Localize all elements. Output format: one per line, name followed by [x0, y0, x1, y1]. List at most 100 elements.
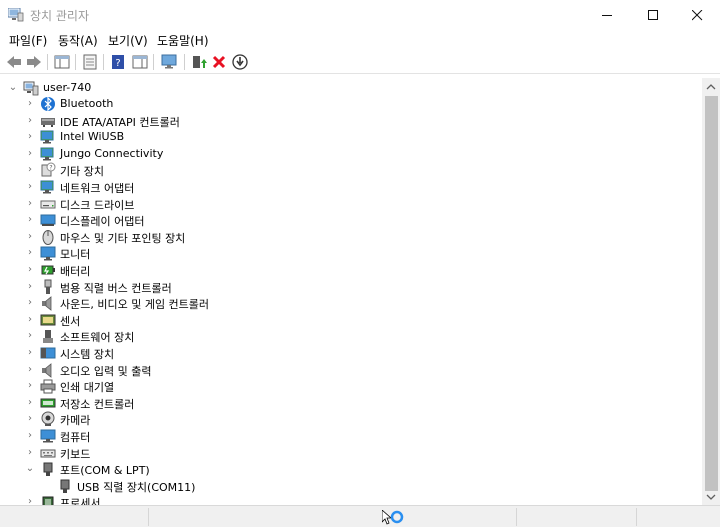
tree-category-row[interactable]: › 키보드	[0, 445, 700, 461]
tree-category-row[interactable]: › Jungo Connectivity	[0, 146, 700, 162]
tree-category-row[interactable]: › 시스템 장치	[0, 345, 700, 361]
expand-chevron-icon[interactable]: ›	[24, 346, 36, 360]
expand-chevron-icon[interactable]: ›	[24, 197, 36, 211]
tree-category-row[interactable]: ⌄ 포트(COM & LPT)	[0, 461, 700, 477]
tree-category-row[interactable]: › 네트워크 어댑터	[0, 179, 700, 195]
tree-category-label: 키보드	[60, 448, 91, 461]
port-icon	[60, 479, 70, 493]
tree-category-row[interactable]: › 저장소 컨트롤러	[0, 395, 700, 411]
expand-chevron-icon[interactable]: ›	[24, 97, 36, 111]
tree-category-label: Bluetooth	[60, 97, 114, 110]
camera-icon	[41, 411, 55, 426]
scroll-down-arrow-icon[interactable]	[706, 492, 716, 502]
minimize-icon	[602, 15, 612, 16]
menu-help[interactable]: 도움말(H)	[157, 32, 209, 49]
close-button[interactable]	[674, 0, 720, 30]
toolbar-separator	[47, 54, 48, 70]
tree-device-row[interactable]: USB 직렬 장치(COM11)	[0, 478, 700, 494]
expand-chevron-icon[interactable]: ›	[24, 180, 36, 194]
tree-category-row[interactable]: › 인쇄 대기열	[0, 378, 700, 394]
port-icon	[43, 462, 53, 476]
tree-category-row[interactable]: › 마우스 및 기타 포인팅 장치	[0, 229, 700, 245]
menu-action[interactable]: 동작(A)	[58, 32, 98, 49]
properties-view-icon[interactable]	[53, 53, 71, 71]
tree-category-row[interactable]: › 사운드, 비디오 및 게임 컨트롤러	[0, 295, 700, 311]
tree-category-row[interactable]: › 프로세서	[0, 494, 700, 505]
tree-category-row[interactable]: › IDE ATA/ATAPI 컨트롤러	[0, 113, 700, 129]
tree-category-row[interactable]: › 오디오 입력 및 출력	[0, 362, 700, 378]
tree-category-label: 카메라	[60, 414, 91, 427]
menu-file[interactable]: 파일(F)	[9, 32, 47, 49]
monitor-scan-icon[interactable]	[160, 53, 178, 71]
vertical-scrollbar[interactable]	[702, 78, 720, 505]
network-adapter-icon	[40, 180, 54, 194]
collapse-chevron-icon[interactable]: ⌄	[24, 462, 36, 476]
scrollbar-thumb[interactable]	[705, 96, 718, 491]
tree-category-row[interactable]: › 센서	[0, 312, 700, 328]
display-adapter-icon	[40, 214, 56, 226]
speaker-icon	[42, 363, 52, 378]
tree-category-label: 포트(COM & LPT)	[60, 464, 150, 477]
tree-category-row[interactable]: › 디스플레이 어댑터	[0, 212, 700, 228]
mouse-icon	[42, 230, 54, 245]
menu-view[interactable]: 보기(V)	[108, 32, 148, 49]
minimize-button[interactable]	[584, 0, 630, 30]
tree-category-label: 저장소 컨트롤러	[60, 398, 135, 411]
expand-chevron-icon[interactable]: ›	[24, 246, 36, 260]
menu-bar: 파일(F) 동작(A) 보기(V) 도움말(H)	[0, 30, 720, 50]
expand-chevron-icon[interactable]: ›	[24, 429, 36, 443]
maximize-button[interactable]	[630, 0, 676, 30]
tree-category-label: 센서	[60, 315, 81, 328]
forward-icon[interactable]	[25, 53, 43, 71]
tree-category-row[interactable]: › Intel WiUSB	[0, 129, 700, 145]
tree-category-label: 오디오 입력 및 출력	[60, 365, 152, 378]
expand-chevron-icon[interactable]: ›	[24, 495, 36, 505]
scroll-up-arrow-icon[interactable]	[706, 82, 716, 92]
expand-chevron-icon[interactable]: ›	[24, 130, 36, 144]
svg-text:?: ?	[49, 165, 52, 172]
action-pane-icon[interactable]	[131, 53, 149, 71]
expand-chevron-icon[interactable]: ›	[24, 363, 36, 377]
tree-category-row[interactable]: › 소프트웨어 장치	[0, 328, 700, 344]
battery-icon	[41, 265, 55, 275]
tree-category-row[interactable]: › 범용 직렬 버스 컨트롤러	[0, 279, 700, 295]
back-icon[interactable]	[5, 53, 23, 71]
disable-device-icon[interactable]	[231, 53, 249, 71]
tree-category-label: 모니터	[60, 248, 91, 261]
expand-chevron-icon[interactable]: ›	[24, 230, 36, 244]
tree-root-row[interactable]: ⌄ user-740	[0, 80, 700, 96]
expand-chevron-icon[interactable]: ›	[24, 396, 36, 410]
collapse-chevron-icon[interactable]: ⌄	[7, 81, 19, 95]
tree-category-row[interactable]: › 컴퓨터	[0, 428, 700, 444]
expand-chevron-icon[interactable]: ›	[24, 329, 36, 343]
tree-category-row[interactable]: › 배터리	[0, 262, 700, 278]
maximize-icon	[648, 10, 658, 20]
tree-category-row[interactable]: › Bluetooth	[0, 96, 700, 112]
expand-chevron-icon[interactable]: ›	[24, 296, 36, 310]
expand-chevron-icon[interactable]: ›	[24, 412, 36, 426]
tree-device-label: USB 직렬 장치(COM11)	[77, 481, 196, 494]
tree-category-row[interactable]: › 디스크 드라이브	[0, 196, 700, 212]
expand-chevron-icon[interactable]: ›	[24, 147, 36, 161]
expand-chevron-icon[interactable]: ›	[24, 379, 36, 393]
storage-controller-icon	[40, 398, 56, 408]
tree-category-row[interactable]: ›? 기타 장치	[0, 162, 700, 178]
tree-category-row[interactable]: › 모니터	[0, 245, 700, 261]
list-view-icon[interactable]	[81, 53, 99, 71]
tree-category-row[interactable]: › 카메라	[0, 411, 700, 427]
expand-chevron-icon[interactable]: ›	[24, 263, 36, 277]
tree-category-label: 범용 직렬 버스 컨트롤러	[60, 282, 172, 295]
update-driver-icon[interactable]	[190, 53, 208, 71]
expand-chevron-icon[interactable]: ›	[24, 280, 36, 294]
expand-chevron-icon[interactable]: ›	[24, 213, 36, 227]
tree-category-label: 컴퓨터	[60, 431, 91, 444]
tree-category-label: 시스템 장치	[60, 348, 115, 361]
expand-chevron-icon[interactable]: ›	[24, 114, 36, 128]
uninstall-icon[interactable]	[210, 53, 228, 71]
expand-chevron-icon[interactable]: ›	[24, 163, 36, 177]
expand-chevron-icon[interactable]: ›	[24, 313, 36, 327]
device-tree: ⌄ user-740 › Bluetooth › IDE ATA/ATAPI 컨트롤러…	[0, 78, 702, 505]
help-icon[interactable]: ?	[109, 53, 127, 71]
speaker-icon	[42, 296, 52, 311]
expand-chevron-icon[interactable]: ›	[24, 446, 36, 460]
